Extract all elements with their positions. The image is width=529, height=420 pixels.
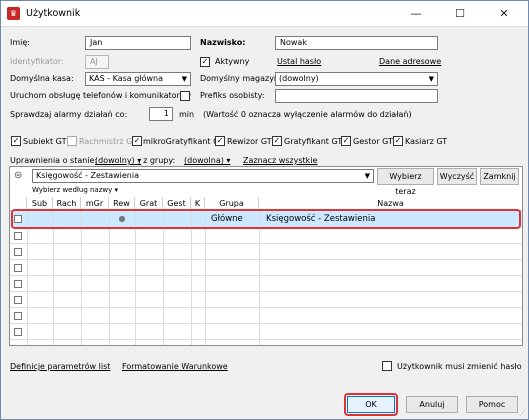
aktywny-label: Aktywny	[215, 57, 250, 66]
ok-highlight	[344, 393, 398, 416]
rachmistrz-label: Rachmistrz GT	[79, 137, 137, 146]
aktywny-checkbox[interactable]: ✓	[200, 57, 210, 67]
choose-by-name-label: Wybierz według nazwy	[32, 186, 113, 194]
title-bar: ♛ Użytkownik — ☐ ✕	[1, 1, 528, 27]
telefon-checkbox[interactable]	[180, 91, 190, 101]
definicje-link[interactable]: Definicje parametrów list	[10, 362, 110, 371]
kasa-value: KAS - Kasa główna	[89, 74, 164, 83]
chevron-down-icon: ▼	[181, 75, 187, 83]
prefiks-field[interactable]	[275, 89, 438, 103]
close-button[interactable]: ✕	[482, 3, 526, 25]
rewizor-label: Rewizor GT	[227, 137, 272, 146]
alarm-unit: min	[179, 110, 195, 119]
formatowanie-link[interactable]: Formatowanie Warunkowe	[122, 362, 228, 371]
minimize-button[interactable]: —	[394, 3, 438, 25]
filter-icon: ⊜	[14, 170, 23, 181]
filter-select[interactable]: Księgowość - Zestawienia ▼	[32, 169, 374, 183]
dane-adresowe-link[interactable]: Dane adresowe	[379, 57, 441, 66]
imie-label: Imię:	[10, 38, 30, 47]
chevron-down-icon: ▼	[364, 172, 370, 180]
alarm-note: (Wartość 0 oznacza wyłączenie alarmów do…	[203, 110, 412, 119]
gestor-checkbox[interactable]: ✓	[341, 136, 351, 146]
choose-by-name-link[interactable]: Wybierz według nazwy ▾	[32, 186, 118, 194]
subiekt-checkbox[interactable]: ✓	[11, 136, 21, 146]
musi-zmienic-label: Użytkownik musi zmienić hasło	[397, 362, 522, 371]
kasa-label: Domyślna kasa:	[10, 74, 74, 83]
mikrogratyfikant-label: mikroGratyfikant GT	[143, 137, 224, 146]
select-all-link[interactable]: Zaznacz wszystkie	[243, 156, 317, 165]
alarm-label: Sprawdzaj alarmy działań co:	[10, 110, 128, 119]
kasiarz-label: Kasiarz GT	[405, 137, 448, 146]
cancel-button[interactable]: Anuluj	[406, 396, 458, 413]
close-filter-button[interactable]: Zamknij	[480, 168, 519, 185]
magazyn-select[interactable]: (dowolny) ▼	[275, 72, 438, 86]
user-dialog: ♛ Użytkownik — ☐ ✕ Imię: Jan Nazwisko: N…	[0, 0, 529, 420]
group-value: (dowolna)	[184, 156, 224, 165]
choose-now-button[interactable]: Wybierz teraz	[377, 168, 434, 196]
prefiks-label: Prefiks osobisty:	[200, 91, 265, 100]
grid-lines	[10, 211, 522, 345]
maximize-button[interactable]: ☐	[438, 3, 482, 25]
filter-value: Księgowość - Zestawienia	[36, 171, 139, 180]
telefon-label: Uruchom obsługę telefonów i komunikatoró…	[10, 91, 192, 100]
identyfikator-field: AJ	[85, 55, 109, 69]
magazyn-value: (dowolny)	[279, 74, 319, 83]
mikrogratyfikant-checkbox[interactable]: ✓	[132, 136, 142, 146]
help-button[interactable]: Pomoc	[466, 396, 518, 413]
rewizor-checkbox[interactable]: ✓	[215, 136, 225, 146]
window-title: Użytkownik	[26, 8, 81, 19]
identyfikator-label: Identyfikator:	[10, 57, 64, 66]
gratyfikant-label: Gratyfikant GT	[284, 137, 343, 146]
resize-grip-icon[interactable]: ⋰	[519, 409, 526, 417]
nazwisko-label: Nazwisko:	[200, 38, 246, 47]
kasiarz-checkbox[interactable]: ✓	[393, 136, 403, 146]
imie-field[interactable]: Jan	[85, 36, 191, 50]
state-dropdown[interactable]: (dowolny) ▾	[95, 156, 141, 165]
state-value: (dowolny)	[95, 156, 135, 165]
permissions-grid: ⊜ Księgowość - Zestawienia ▼ Wybierz tera…	[9, 166, 523, 346]
kasa-select[interactable]: KAS - Kasa główna ▼	[85, 72, 191, 86]
group-dropdown[interactable]: (dowolna) ▾	[184, 156, 230, 165]
gratyfikant-checkbox[interactable]: ✓	[272, 136, 282, 146]
chevron-down-icon: ▼	[428, 75, 434, 83]
nazwisko-field[interactable]: Nowak	[275, 36, 438, 50]
row-highlight	[11, 209, 521, 229]
group-label: , z grupy:	[138, 156, 176, 165]
uprawnienia-label: Uprawnienia o stanie:	[10, 156, 98, 165]
subiekt-label: Subiekt GT	[23, 137, 67, 146]
clear-button[interactable]: Wyczyść	[437, 168, 477, 185]
app-icon: ♛	[7, 7, 20, 20]
alarm-minutes-field[interactable]: 1	[149, 107, 173, 121]
ustal-haslo-link[interactable]: Ustal hasło	[277, 57, 321, 66]
gestor-label: Gestor GT	[353, 137, 393, 146]
rachmistrz-checkbox	[67, 136, 77, 146]
musi-zmienic-checkbox[interactable]	[382, 361, 392, 371]
magazyn-label: Domyślny magazyn:	[200, 74, 282, 83]
